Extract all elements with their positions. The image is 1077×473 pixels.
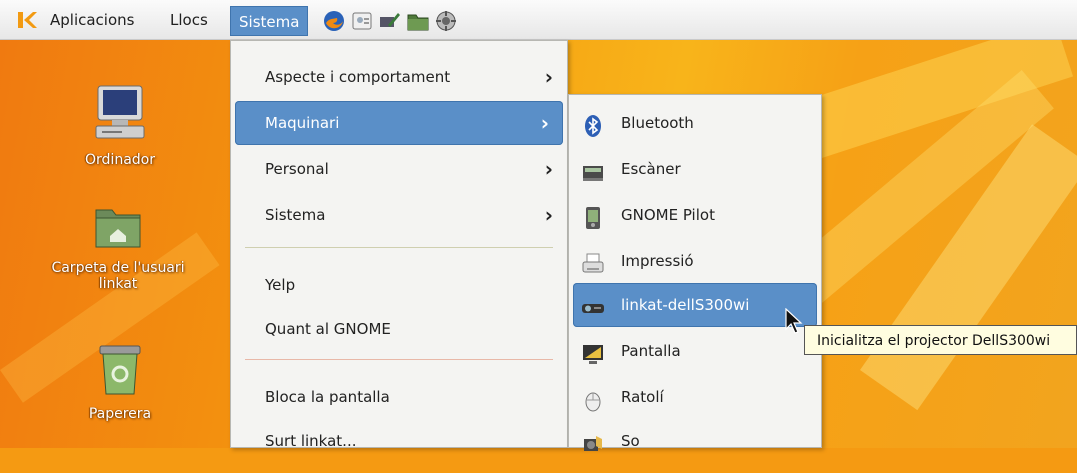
menu-item-about-gnome[interactable]: Quant al GNOME xyxy=(231,307,567,351)
chevron-right-icon: › xyxy=(544,157,553,181)
menu-item-label: Quant al GNOME xyxy=(265,320,391,338)
menu-item-logout[interactable]: Surt linkat... xyxy=(231,419,567,463)
menu-item-label: GNOME Pilot xyxy=(621,206,715,224)
places-menu[interactable]: Llocs xyxy=(164,8,214,32)
desktop-icon-label: Paperera xyxy=(88,406,152,422)
menu-item-system[interactable]: Sistema › xyxy=(231,193,567,237)
pda-icon xyxy=(581,203,605,229)
menu-item-label: So xyxy=(621,432,640,450)
hardware-submenu: Bluetooth Escàner GNOME Pilot Impressió … xyxy=(568,94,822,451)
system-dropdown-menu: Aspecte i comportament › Maquinari › Per… xyxy=(230,40,568,450)
desktop-icon-label: Carpeta de l'usuari linkat xyxy=(51,260,185,292)
menu-item-label: Aspecte i comportament xyxy=(265,68,451,86)
firefox-icon[interactable] xyxy=(322,9,346,33)
chevron-right-icon: › xyxy=(544,65,553,89)
desktop-icon-computer[interactable]: Ordinador xyxy=(40,84,200,168)
printer-icon xyxy=(581,249,605,273)
menu-item-label: Bloca la pantalla xyxy=(265,388,390,406)
desktop-icon-trash[interactable]: Paperera xyxy=(40,342,200,422)
menu-item-label: Impressió xyxy=(621,252,694,270)
menu-item-label: Yelp xyxy=(265,276,296,294)
linkat-logo-icon[interactable] xyxy=(16,10,38,30)
tooltip: Inicialitza el projector DellS300wi xyxy=(804,325,1077,355)
menu-item-sound[interactable]: So xyxy=(569,419,821,463)
menu-item-label: Sistema xyxy=(265,206,326,224)
menu-item-appearance[interactable]: Aspecte i comportament › xyxy=(231,55,567,99)
scanner-icon xyxy=(581,157,605,181)
trash-icon xyxy=(40,342,200,402)
menu-item-label: Bluetooth xyxy=(621,114,694,132)
bluetooth-icon xyxy=(581,111,605,137)
applications-menu[interactable]: Aplicacions xyxy=(44,8,140,32)
menu-item-projector[interactable]: linkat-dellS300wi xyxy=(573,283,817,327)
menu-item-hardware[interactable]: Maquinari › xyxy=(235,101,563,145)
top-panel: Aplicacions Llocs Sistema xyxy=(0,0,1077,40)
menu-item-label: Pantalla xyxy=(621,342,681,360)
chevron-right-icon: › xyxy=(540,111,549,135)
menu-item-label: Maquinari xyxy=(265,114,340,132)
menu-item-label: Escàner xyxy=(621,160,681,178)
mouse-icon xyxy=(581,385,605,412)
menu-item-bluetooth[interactable]: Bluetooth xyxy=(569,101,821,145)
display-icon xyxy=(581,339,605,364)
menu-item-gnome-pilot[interactable]: GNOME Pilot xyxy=(569,193,821,237)
menu-item-yelp[interactable]: Yelp xyxy=(231,263,567,307)
menu-item-mouse[interactable]: Ratolí xyxy=(569,375,821,419)
chevron-right-icon: › xyxy=(544,203,553,227)
sound-icon xyxy=(581,429,605,453)
menu-separator xyxy=(245,247,553,248)
projector-icon xyxy=(581,293,605,317)
menu-item-label: Ratolí xyxy=(621,388,664,406)
mouse-cursor-icon xyxy=(785,307,803,334)
menu-item-scanner[interactable]: Escàner xyxy=(569,147,821,191)
menu-item-label: Surt linkat... xyxy=(265,432,357,450)
screenshot-icon[interactable] xyxy=(378,9,402,33)
contacts-icon[interactable] xyxy=(350,9,374,33)
menu-separator xyxy=(245,359,553,360)
desktop-icon-home-folder[interactable]: Carpeta de l'usuari linkat xyxy=(38,200,198,292)
system-menu[interactable]: Sistema xyxy=(230,6,309,36)
desktop-icon-label: Ordinador xyxy=(85,152,155,168)
menu-item-label: Personal xyxy=(265,160,329,178)
menu-item-display[interactable]: Pantalla xyxy=(569,329,821,373)
settings-icon[interactable] xyxy=(434,9,458,33)
home-folder-icon xyxy=(38,200,198,256)
menu-item-lock-screen[interactable]: Bloca la pantalla xyxy=(231,375,567,419)
computer-icon xyxy=(40,84,200,148)
file-manager-icon[interactable] xyxy=(406,9,430,33)
menu-item-personal[interactable]: Personal › xyxy=(231,147,567,191)
menu-item-label: linkat-dellS300wi xyxy=(621,296,750,314)
menu-item-printing[interactable]: Impressió xyxy=(569,239,821,283)
